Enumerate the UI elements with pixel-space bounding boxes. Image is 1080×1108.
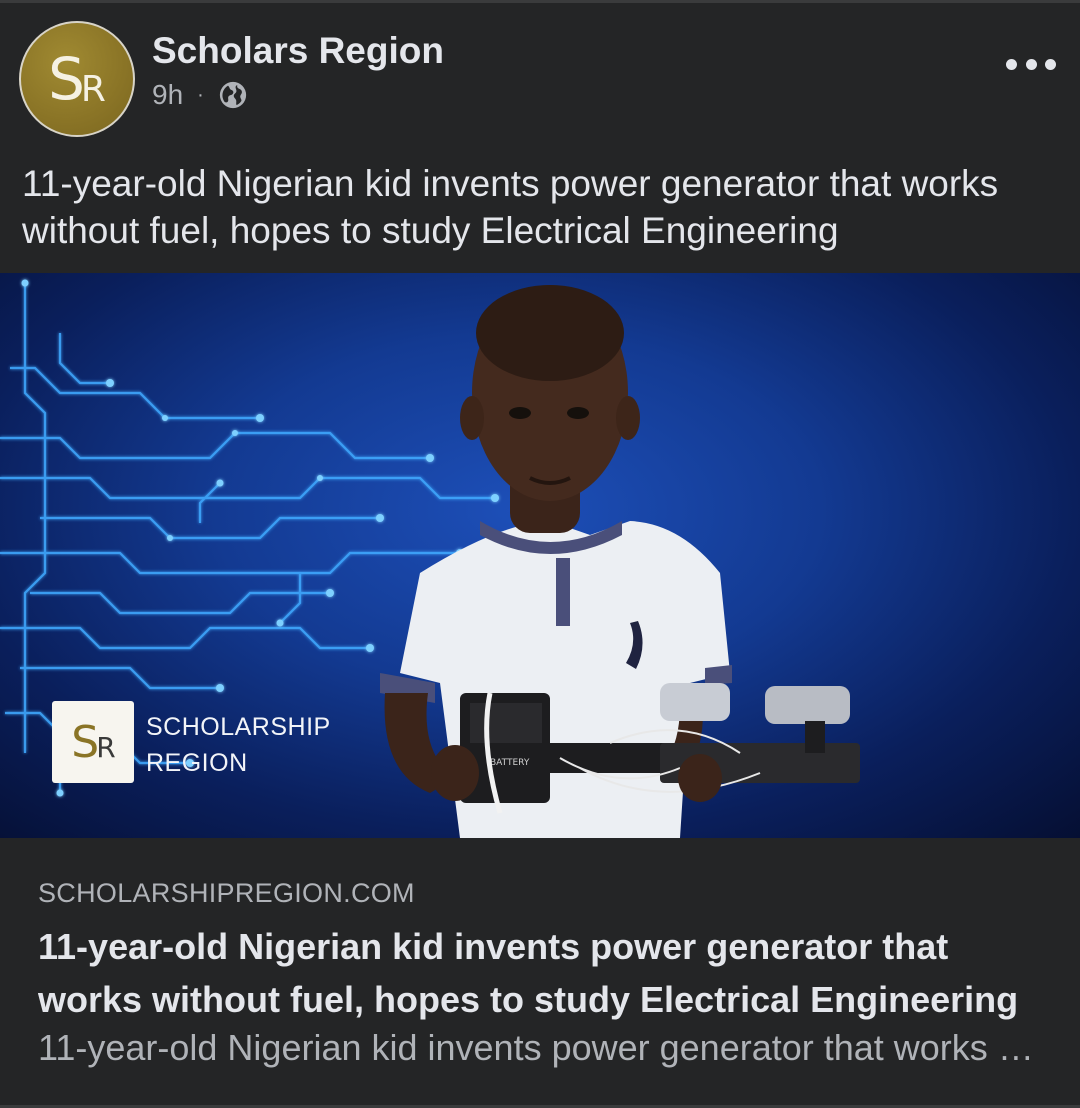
- post-caption: 11-year-old Nigerian kid invents power g…: [22, 163, 999, 251]
- avatar-logo: SR: [48, 45, 106, 113]
- link-preview-info[interactable]: SCHOLARSHIPREGION.COM 11-year-old Nigeri…: [0, 838, 1080, 1108]
- page-name-link[interactable]: Scholars Region: [152, 30, 444, 72]
- globe-icon: [219, 81, 246, 109]
- watermark-text-line-2: REGION: [146, 749, 248, 777]
- card-top-divider: [0, 0, 1080, 3]
- link-title[interactable]: 11-year-old Nigerian kid invents power g…: [38, 920, 1048, 1026]
- more-horizontal-icon: [1006, 58, 1017, 70]
- link-description: 11-year-old Nigerian kid invents power g…: [38, 1027, 1038, 1068]
- page-avatar[interactable]: SR: [19, 21, 135, 137]
- post-card: SR Scholars Region 9h · 11-year-old Nige…: [0, 0, 1080, 1108]
- post-timestamp[interactable]: 9h: [152, 79, 183, 111]
- more-options-button[interactable]: [1006, 50, 1056, 78]
- svg-text:BATTERY: BATTERY: [490, 758, 530, 768]
- meta-separator: ·: [197, 83, 204, 106]
- post-meta: 9h ·: [152, 78, 248, 112]
- boy-with-generator-figure: BATTERY: [380, 285, 860, 838]
- scholarship-region-logo: SR: [52, 701, 134, 783]
- link-domain: SCHOLARSHIPREGION.COM: [38, 878, 415, 908]
- watermark-text-line-1: SCHOLARSHIP: [146, 713, 331, 741]
- link-preview-image[interactable]: BATTERY SR SCHOLARSHIP REGION: [0, 273, 1080, 838]
